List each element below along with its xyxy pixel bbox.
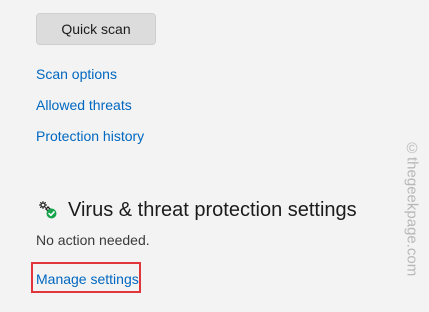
allowed-threats-link[interactable]: Allowed threats (36, 97, 132, 113)
quick-scan-label: Quick scan (61, 21, 131, 37)
gear-shield-check-icon (36, 198, 60, 222)
watermark: ©thegeekpage.com (403, 140, 421, 277)
virus-settings-status: No action needed. (36, 232, 150, 248)
virus-settings-header: Virus & threat protection settings (36, 198, 357, 222)
protection-history-link[interactable]: Protection history (36, 128, 144, 144)
scan-options-link[interactable]: Scan options (36, 66, 117, 82)
manage-settings-link[interactable]: Manage settings (36, 271, 139, 287)
quick-scan-button[interactable]: Quick scan (36, 13, 156, 45)
virus-settings-title: Virus & threat protection settings (68, 198, 357, 221)
